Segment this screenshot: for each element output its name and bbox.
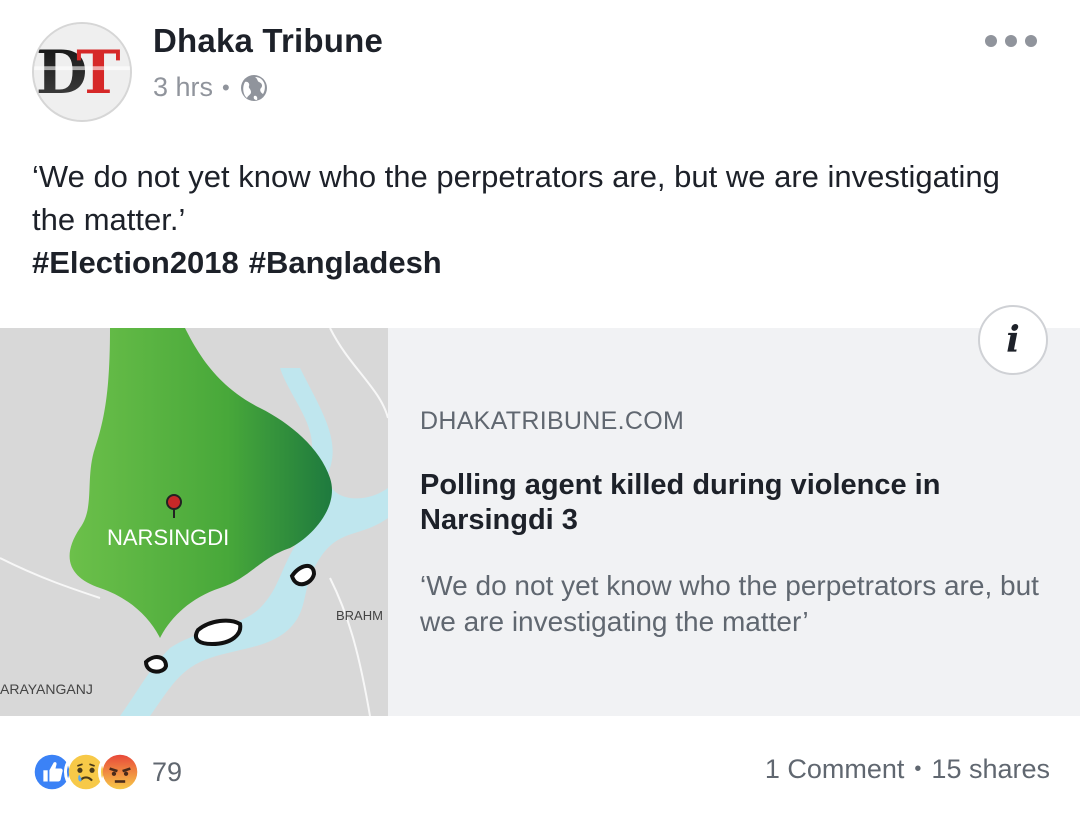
facebook-post: D T Dhaka Tribune 3 hrs • ‘We do not yet… — [0, 0, 1080, 821]
page-name[interactable]: Dhaka Tribune — [153, 22, 383, 60]
more-dot — [985, 35, 997, 47]
engagement-summary: 1 Comment • 15 shares — [765, 754, 1050, 785]
link-headline[interactable]: Polling agent killed during violence in … — [420, 468, 1020, 538]
angry-icon — [98, 750, 142, 794]
engagement-separator: • — [914, 758, 922, 780]
reactions-summary[interactable]: 79 — [30, 750, 182, 794]
link-description: ‘We do not yet know who the perpetrators… — [420, 570, 1039, 637]
more-dot — [1005, 35, 1017, 47]
post-message: ‘We do not yet know who the perpetrators… — [32, 159, 1000, 237]
map-label-district: NARSINGDI — [107, 525, 229, 550]
hashtag-link[interactable]: #Bangladesh — [249, 245, 442, 280]
post-text: ‘We do not yet know who the perpetrators… — [32, 155, 1042, 284]
reaction-count: 79 — [152, 756, 183, 787]
preview-map-image[interactable]: NARSINGDI BRAHM ARAYANGANJ — [0, 328, 388, 716]
more-dot — [1025, 35, 1037, 47]
map-label-neighbor: ARAYANGANJ — [0, 681, 93, 697]
map-label-river: BRAHM — [336, 608, 383, 623]
meta-separator: • — [222, 74, 230, 100]
more-options-icon[interactable] — [985, 30, 1037, 52]
comments-link[interactable]: 1 Comment — [765, 754, 905, 785]
page-avatar[interactable]: D T — [32, 22, 132, 122]
info-icon[interactable]: i — [978, 305, 1048, 375]
shares-link[interactable]: 15 shares — [931, 754, 1050, 785]
narsingdi-map: NARSINGDI BRAHM ARAYANGANJ — [0, 328, 388, 716]
hashtags: #Election2018 #Bangladesh — [32, 241, 1042, 284]
dhaka-tribune-logo: D T — [34, 24, 130, 120]
link-domain: DHAKATRIBUNE.COM — [420, 407, 685, 435]
hashtag-link[interactable]: #Election2018 — [32, 245, 239, 280]
post-meta: 3 hrs • — [153, 72, 269, 103]
post-timestamp[interactable]: 3 hrs — [153, 72, 213, 103]
globe-icon[interactable] — [239, 73, 269, 103]
svg-text:T: T — [76, 38, 120, 108]
